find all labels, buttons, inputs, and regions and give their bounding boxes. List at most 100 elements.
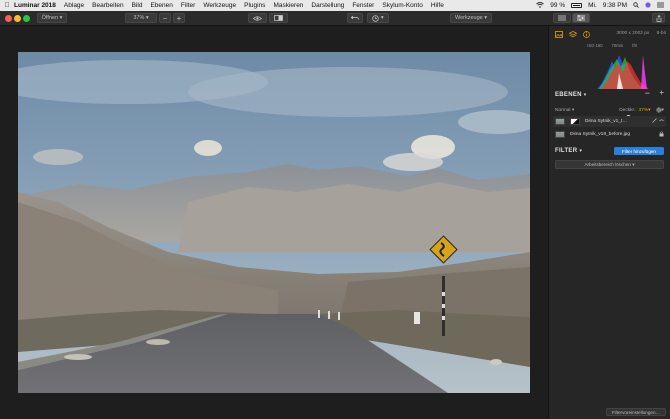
plus-icon: + [176,13,182,23]
image-size: 3000 x 2002 px [616,31,650,36]
image-meta: 3000 x 2002 px 8-bit [611,31,667,36]
filter-presets-button[interactable]: Filtervoreinstellungen… [606,408,666,416]
menu-filter[interactable]: Filter [181,2,195,9]
exif-aperture: f/8 [632,43,637,48]
exif-focal: 70mm [611,43,624,48]
share-icon [656,14,661,22]
chevron-down-icon: ▾ [484,15,487,21]
photo-landscape-road[interactable] [18,52,530,393]
adjustments-toggle-button[interactable] [572,13,590,23]
chevron-down-icon: ▾ [648,108,651,113]
menu-hilfe[interactable]: Hilfe [431,2,444,9]
menu-werkzeuge[interactable]: Werkzeuge [203,2,236,9]
history-button[interactable]: ▾ [367,13,389,23]
apple-icon[interactable]:  [0,2,14,9]
sliders-icon [577,15,585,21]
app-toolbar: Öffnen ▾ 37% ▾ − + ▾ Werkzeuge ▾ [0,11,670,26]
eye-icon [253,15,262,21]
share-button[interactable] [652,13,665,23]
minimize-window-button[interactable] [14,15,21,22]
zoom-value: 37% [133,15,145,21]
app-menu[interactable]: Luminar 2018 [14,2,56,9]
clock-time[interactable]: 9:38 PM [603,2,627,9]
brush-icon[interactable] [652,118,657,125]
filter-presets-label: Filtervoreinstellungen… [611,409,661,415]
menu-ablage[interactable]: Ablage [64,2,84,9]
menu-bearbeiten[interactable]: Bearbeiten [92,2,123,9]
menu-fenster[interactable]: Fenster [352,2,374,9]
chevron-down-icon: ▾ [380,15,384,21]
collapse-icon[interactable]: − [645,88,650,98]
menu-skylum-konto[interactable]: Skylum-Konto [382,2,422,9]
zoom-dropdown[interactable]: 37% ▾ [125,13,157,23]
bit-depth: 8-bit [656,31,666,36]
layer-mask-thumbnail [570,118,580,125]
close-window-button[interactable] [5,15,12,22]
open-button[interactable]: Öffnen ▾ [37,13,67,23]
layer-thumbnail [555,131,565,138]
wifi-icon[interactable] [536,1,545,10]
system-menubar:  Luminar 2018 Ablage Bearbeiten Bild Eb… [0,0,670,11]
layer-item[interactable]: Dima Sytnik_v1_t… [553,116,666,127]
image-canvas[interactable] [0,26,548,419]
chevron-down-icon: ▾ [145,15,149,21]
clock-icon [372,14,379,22]
menu-darstellung[interactable]: Darstellung [311,2,344,9]
split-view-icon [274,15,283,21]
tools-dropdown[interactable]: Werkzeuge ▾ [450,13,492,23]
layers-title: EBENEN [555,92,582,98]
exif-iso: ISO 160 [587,43,603,48]
filter-section-header[interactable]: FILTER ▾ [555,148,582,154]
menu-plugins[interactable]: Plugins [244,2,265,9]
zoom-out-button[interactable]: − [159,13,171,23]
add-filter-button[interactable]: Filter hinzufügen [614,147,664,155]
info-icon[interactable] [583,30,590,38]
chevron-down-icon: ▾ [579,148,583,154]
zoom-window-button[interactable] [23,15,30,22]
compare-button[interactable] [269,13,288,23]
battery-percent: 99 % [550,2,566,9]
layer-thumbnail [555,118,565,125]
chevron-down-icon: ▾ [583,92,587,98]
minus-icon: − [162,13,168,23]
notification-center-icon[interactable] [657,2,664,10]
opacity-value[interactable]: 37% [639,108,649,113]
menu-maskieren[interactable]: Maskieren [273,2,303,9]
open-label: Öffnen [41,15,59,21]
clear-workspace-label: Arbeitsbereich löschen [584,162,631,167]
layers-section-header[interactable]: EBENEN ▾ [555,92,587,98]
add-layer-icon[interactable]: + [659,88,664,97]
layer-name: Dima Sytnik_v1_t… [585,119,628,124]
hamburger-icon [558,15,566,21]
layer-options-icon[interactable] [659,118,664,125]
image-info-icon[interactable] [555,30,563,38]
chevron-down-icon: ▾ [632,161,635,167]
undo-icon [351,15,359,20]
layers-icon[interactable] [569,30,577,38]
clear-workspace-button[interactable]: Arbeitsbereich löschen ▾ [555,160,664,169]
zoom-in-button[interactable]: + [173,13,185,23]
siri-icon[interactable] [645,1,651,10]
chevron-down-icon: ▾ [59,15,63,21]
menu-ebenen[interactable]: Ebenen [150,2,172,9]
preview-button[interactable] [248,13,267,23]
layer-controls: Normal ▾ Deckkr.: 37% ▾ ▾ [555,106,664,115]
tools-label: Werkzeuge [454,15,483,21]
clock-weekday: Mi. [588,2,597,9]
battery-icon[interactable] [571,3,583,8]
lock-icon[interactable] [659,130,664,139]
filter-title: FILTER [555,148,578,154]
spotlight-search-icon[interactable] [633,1,639,10]
layer-name: Dima Sytnik_v18_before.jpg [570,132,630,137]
opacity-label: Deckkr.: [619,108,637,113]
undo-button[interactable] [347,13,363,23]
histogram [557,43,667,89]
layout-toggle-button[interactable] [553,13,571,23]
layer-item[interactable]: Dima Sytnik_v18_before.jpg [553,129,666,140]
blend-mode-value: Normal [555,108,571,113]
exif-info: ISO 160 70mm f/8 [557,43,667,48]
chevron-down-icon: ▾ [571,108,575,113]
add-filter-label: Filter hinzufügen [622,148,656,154]
menu-bild[interactable]: Bild [132,2,143,9]
blend-mode-dropdown[interactable]: Normal ▾ [555,108,574,113]
